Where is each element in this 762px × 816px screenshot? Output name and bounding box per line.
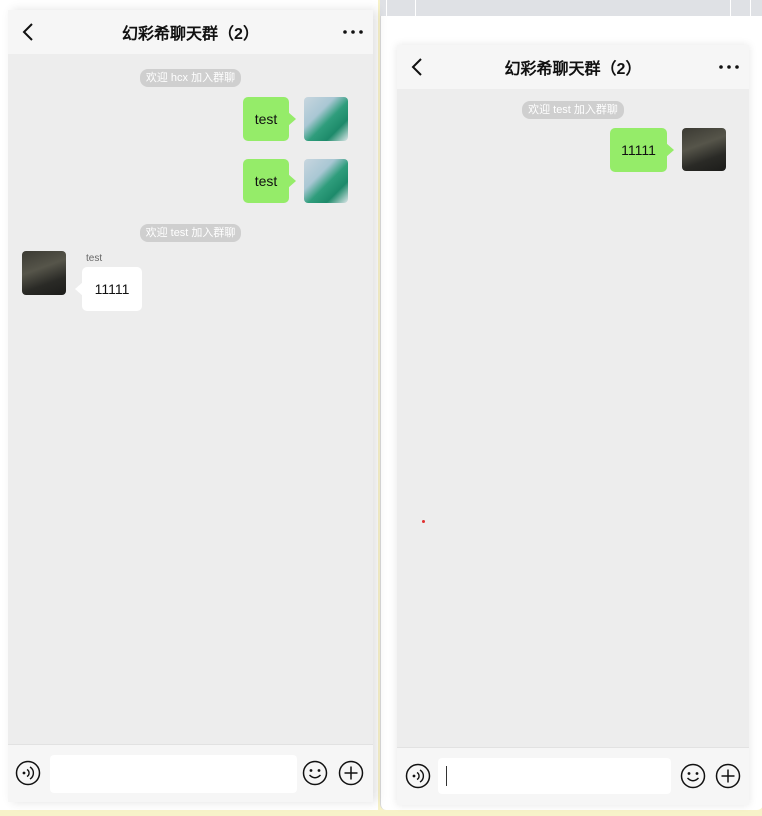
- chat-title: 幻彩希聊天群（2）: [122, 26, 259, 43]
- system-notice-text: 欢迎 hcx 加入群聊: [139, 69, 242, 87]
- voice-icon[interactable]: [15, 760, 41, 786]
- avatar-other[interactable]: [22, 251, 66, 295]
- message-bubble-self: test: [243, 159, 296, 203]
- system-notice-text: 欢迎 test 加入群聊: [139, 224, 242, 242]
- chat-header: 幻彩希聊天群（2）: [8, 10, 373, 54]
- chevron-left-icon[interactable]: [18, 21, 40, 43]
- chat-title: 幻彩希聊天群（2）: [504, 61, 642, 78]
- system-notice: 欢迎 test 加入群聊: [8, 223, 373, 242]
- chat-input-bar: [8, 744, 373, 802]
- right-chat-window: 幻彩希聊天群（2） 欢迎 test 加入群聊 11111: [397, 45, 749, 805]
- message-bubble-other: 11111: [75, 267, 142, 311]
- message-input[interactable]: [50, 755, 297, 793]
- cursor-dot: [422, 520, 425, 523]
- avatar-self[interactable]: [682, 128, 726, 171]
- more-dots-icon[interactable]: [717, 56, 741, 78]
- browser-tab-strip: [380, 0, 762, 16]
- system-notice: 欢迎 test 加入群聊: [397, 100, 749, 119]
- avatar-self[interactable]: [304, 159, 348, 203]
- message-text: 11111: [621, 142, 656, 158]
- message-text: test: [254, 173, 278, 189]
- message-bubble-self: 11111: [610, 128, 674, 172]
- system-notice-text: 欢迎 test 加入群聊: [522, 101, 624, 119]
- chevron-left-icon[interactable]: [407, 56, 429, 78]
- emoji-icon[interactable]: [302, 760, 328, 786]
- plus-icon[interactable]: [338, 760, 364, 786]
- system-notice: 欢迎 hcx 加入群聊: [8, 68, 373, 87]
- voice-icon[interactable]: [405, 763, 431, 789]
- message-text: 11111: [94, 281, 130, 297]
- emoji-icon[interactable]: [680, 763, 706, 789]
- chat-header: 幻彩希聊天群（2）: [397, 45, 749, 89]
- message-input[interactable]: [438, 758, 671, 794]
- text-caret: [446, 766, 447, 786]
- chat-input-bar: [397, 747, 749, 805]
- message-text: test: [254, 111, 278, 127]
- sender-name: test: [86, 253, 103, 264]
- more-dots-icon[interactable]: [341, 21, 365, 43]
- plus-icon[interactable]: [715, 763, 741, 789]
- avatar-self[interactable]: [304, 97, 348, 141]
- left-chat-window: 幻彩希聊天群（2） 欢迎 hcx 加入群聊 test test 欢迎 test …: [8, 10, 373, 802]
- message-bubble-self: test: [243, 97, 296, 141]
